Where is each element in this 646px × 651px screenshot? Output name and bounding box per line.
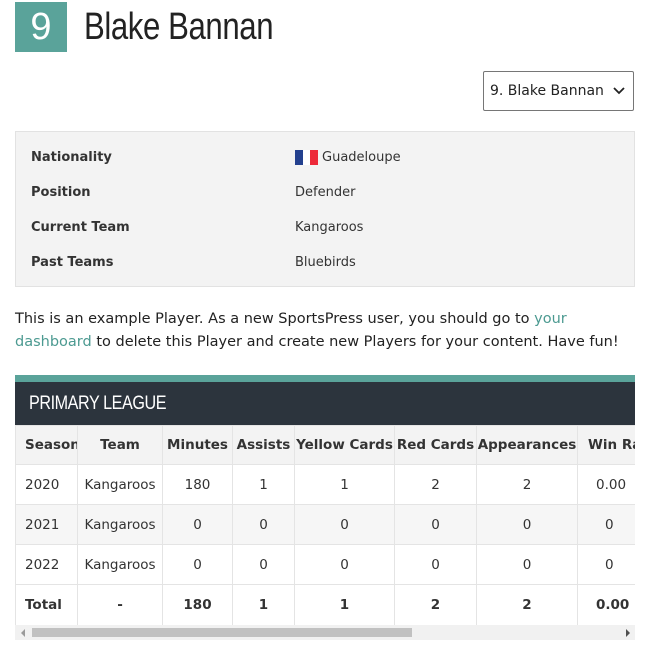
detail-label: Position	[31, 185, 91, 200]
table-cell: 0	[162, 504, 233, 545]
table-cell: 0	[294, 544, 395, 585]
detail-row-current-team: Current Team Kangaroos	[16, 210, 634, 245]
table-cell: 1	[294, 584, 395, 626]
player-header: 9 Blake Bannan	[15, 2, 315, 52]
nationality-text: Guadeloupe	[322, 150, 401, 165]
player-number-badge: 9	[15, 2, 67, 52]
table-cell: 0	[394, 544, 477, 585]
table-cell: 2	[394, 584, 477, 626]
league-accent-bar	[15, 375, 635, 382]
column-header-team[interactable]: Team	[77, 425, 163, 465]
player-select-dropdown[interactable]: 9. Blake Bannan	[483, 71, 634, 111]
table-row: 2020 Kangaroos 180 1 1 2 2 0.00	[15, 464, 635, 505]
table-cell: 180	[162, 464, 233, 505]
column-header-minutes[interactable]: Minutes	[162, 425, 233, 465]
table-cell: 0	[476, 544, 578, 585]
detail-value-nationality: Guadeloupe	[295, 150, 401, 165]
table-cell: 0	[232, 544, 295, 585]
table-cell: 2	[476, 464, 578, 505]
past-teams-value: Bluebirds	[295, 255, 356, 270]
player-description: This is an example Player. As a new Spor…	[15, 308, 635, 354]
stats-table-scroll[interactable]: Season Team Minutes Assists Yellow Cards…	[15, 425, 635, 626]
table-cell: 2	[394, 464, 477, 505]
current-team-value: Kangaroos	[295, 220, 364, 235]
arrow-left-icon[interactable]	[15, 625, 30, 640]
description-text: to delete this Player and create new Pla…	[91, 334, 619, 350]
table-total-row: Total - 180 1 1 2 2 0.00	[15, 584, 635, 626]
table-cell: 1	[232, 464, 295, 505]
player-details: Nationality Guadeloupe Position Defender…	[15, 131, 635, 287]
player-select-value: 9. Blake Bannan	[490, 83, 604, 99]
table-cell: 180	[162, 584, 233, 626]
table-cell: 2020	[15, 464, 78, 505]
table-cell: Total	[15, 584, 78, 626]
table-cell: Kangaroos	[77, 504, 163, 545]
detail-row-past-teams: Past Teams Bluebirds	[16, 245, 634, 280]
scrollbar-thumb[interactable]	[32, 628, 412, 637]
league-stats: PRIMARY LEAGUE Season Team Minutes Assis…	[15, 375, 635, 626]
table-cell: Kangaroos	[77, 544, 163, 585]
column-header-red-cards[interactable]: Red Cards	[394, 425, 477, 465]
detail-row-nationality: Nationality Guadeloupe	[16, 140, 634, 175]
table-cell: Kangaroos	[77, 464, 163, 505]
table-cell: 2022	[15, 544, 78, 585]
table-cell: 2021	[15, 504, 78, 545]
france-flag-icon	[295, 150, 319, 165]
chevron-down-icon	[609, 81, 629, 101]
league-title-text: PRIMARY LEAGUE	[29, 392, 167, 414]
table-cell: -	[77, 584, 163, 626]
table-cell: 0	[476, 504, 578, 545]
table-cell: 0.00	[577, 464, 635, 505]
stats-table: Season Team Minutes Assists Yellow Cards…	[15, 425, 635, 626]
detail-label: Nationality	[31, 150, 112, 165]
league-title: PRIMARY LEAGUE	[15, 382, 635, 425]
table-cell: 1	[232, 584, 295, 626]
table-header-row: Season Team Minutes Assists Yellow Cards…	[15, 425, 635, 465]
detail-row-position: Position Defender	[16, 175, 634, 210]
description-text: This is an example Player. As a new Spor…	[15, 311, 535, 327]
table-cell: 0	[394, 504, 477, 545]
table-cell: 0	[162, 544, 233, 585]
table-row: 2022 Kangaroos 0 0 0 0 0 0	[15, 544, 635, 585]
player-page: 9 Blake Bannan 9. Blake Bannan Nationali…	[0, 0, 646, 651]
table-cell: 0.00	[577, 584, 635, 626]
column-header-win-ratio[interactable]: Win Ratio	[577, 425, 635, 465]
column-header-yellow-cards[interactable]: Yellow Cards	[294, 425, 395, 465]
table-row: 2021 Kangaroos 0 0 0 0 0 0	[15, 504, 635, 545]
table-cell: 0	[294, 504, 395, 545]
arrow-right-icon[interactable]	[620, 625, 635, 640]
table-cell: 0	[232, 504, 295, 545]
table-cell: 1	[294, 464, 395, 505]
table-cell: 0	[577, 544, 635, 585]
table-cell: 2	[476, 584, 578, 626]
player-name-title: Blake Bannan	[84, 5, 274, 48]
position-value: Defender	[295, 185, 356, 200]
table-cell: 0	[577, 504, 635, 545]
column-header-season[interactable]: Season	[15, 425, 78, 465]
detail-label: Current Team	[31, 220, 130, 235]
detail-label: Past Teams	[31, 255, 114, 270]
horizontal-scrollbar[interactable]	[15, 625, 635, 640]
column-header-appearances[interactable]: Appearances	[476, 425, 578, 465]
column-header-assists[interactable]: Assists	[232, 425, 295, 465]
